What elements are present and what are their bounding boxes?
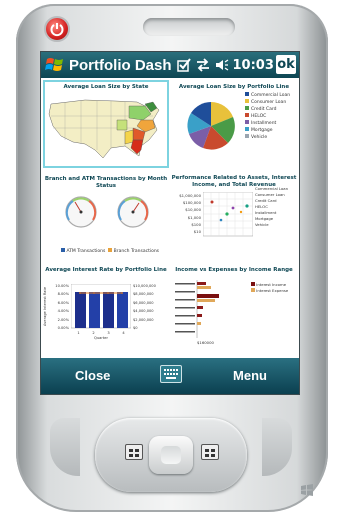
interest-rate-bar-chart [71, 284, 131, 329]
loan-size-by-state-panel[interactable]: Average Loan Size by State [43, 80, 169, 168]
panel-title: Branch and ATM Transactions by Month Sta… [44, 176, 168, 189]
device-screen: Portfolio Dash 10:03 ok Average Loan Siz… [40, 51, 300, 395]
performance-legend: Commercial Loan Consumer Loan Credit Card H… [255, 186, 289, 227]
navigation-pad [95, 418, 247, 492]
gauge-legend: ATM Transactions Branch Transactions [61, 248, 159, 254]
legend-item: HELOC [245, 113, 297, 120]
income-vs-expenses-panel[interactable]: Income vs Expenses by Income Range $1600… [171, 264, 297, 352]
clock[interactable]: 10:03 [233, 58, 274, 73]
checkbox-status-icon[interactable] [176, 58, 191, 72]
interest-rate-panel[interactable]: Average Interest Rate by Portfolio Line … [43, 264, 169, 352]
transactions-gauges-panel[interactable]: Branch and ATM Transactions by Month Sta… [43, 172, 169, 260]
loan-size-by-portfolio-panel[interactable]: Average Loan Size by Portfolio Line Comm… [171, 80, 297, 168]
gauge-charts [65, 196, 149, 228]
y2-axis-labels: $10,000,000 $8,000,000 $6,000,000 $4,000,00… [133, 284, 156, 331]
y-axis-labels: $1,000,000 $100,000 $10,000 $1,000 $100 $10 [179, 193, 201, 235]
bubble-chart [203, 192, 253, 237]
menu-softkey[interactable]: Menu [233, 368, 267, 383]
close-softkey[interactable]: Close [75, 368, 110, 383]
portfolio-pie-chart [187, 102, 235, 150]
income-expense-bar-chart [175, 280, 219, 338]
y-axis-title: Average Interest Rate [43, 286, 47, 326]
ok-button[interactable]: ok [276, 55, 296, 74]
panel-title: Average Loan Size by Portfolio Line [178, 84, 290, 90]
income-legend: Interest Income Interest Expense [251, 282, 297, 294]
panel-title: Income vs Expenses by Income Range [175, 267, 293, 273]
power-button[interactable] [44, 16, 70, 42]
dashboard-content: Average Loan Size by State Average Loan … [41, 78, 299, 358]
legend-item: Installment [245, 120, 297, 127]
us-map-chart [48, 99, 160, 159]
pie-legend: Commercial Loan Consumer Loan Credit Car… [245, 92, 297, 141]
dpad-center-button[interactable] [161, 446, 181, 464]
power-icon [50, 23, 64, 37]
directional-pad[interactable] [149, 436, 193, 474]
y-axis-labels: 10.00% 8.00% 6.00% 4.00% 2.00% 0.00% [55, 284, 69, 331]
legend-item: Credit Card [245, 106, 297, 113]
connectivity-icon[interactable] [195, 58, 211, 72]
x-axis-labels: 1234 [77, 331, 125, 335]
windows-key-icon[interactable] [125, 444, 143, 460]
performance-chart-panel[interactable]: Performance Related to Assets, Interest … [171, 172, 297, 260]
panel-title: Average Loan Size by State [63, 84, 149, 90]
ok-key-icon[interactable] [201, 444, 219, 460]
legend-item: Consumer Loan [245, 99, 297, 106]
volume-icon[interactable] [215, 58, 229, 72]
keyboard-icon[interactable] [160, 365, 182, 383]
legend-item: Commercial Loan [245, 92, 297, 99]
panel-title: Average Interest Rate by Portfolio Line [45, 267, 167, 273]
x-axis-title: Quarter [94, 336, 108, 340]
title-bar: Portfolio Dash 10:03 ok [41, 52, 299, 78]
x-axis-label: $160000 [197, 340, 214, 345]
speaker-grille [143, 18, 235, 36]
legend-item: Mortgage [245, 127, 297, 134]
windows-start-icon[interactable] [45, 55, 65, 75]
windows-logo-icon [301, 484, 313, 496]
soft-key-bar: Close Menu [41, 358, 299, 394]
app-title: Portfolio Dash [69, 56, 172, 74]
legend-item: Vehicle [245, 134, 297, 141]
